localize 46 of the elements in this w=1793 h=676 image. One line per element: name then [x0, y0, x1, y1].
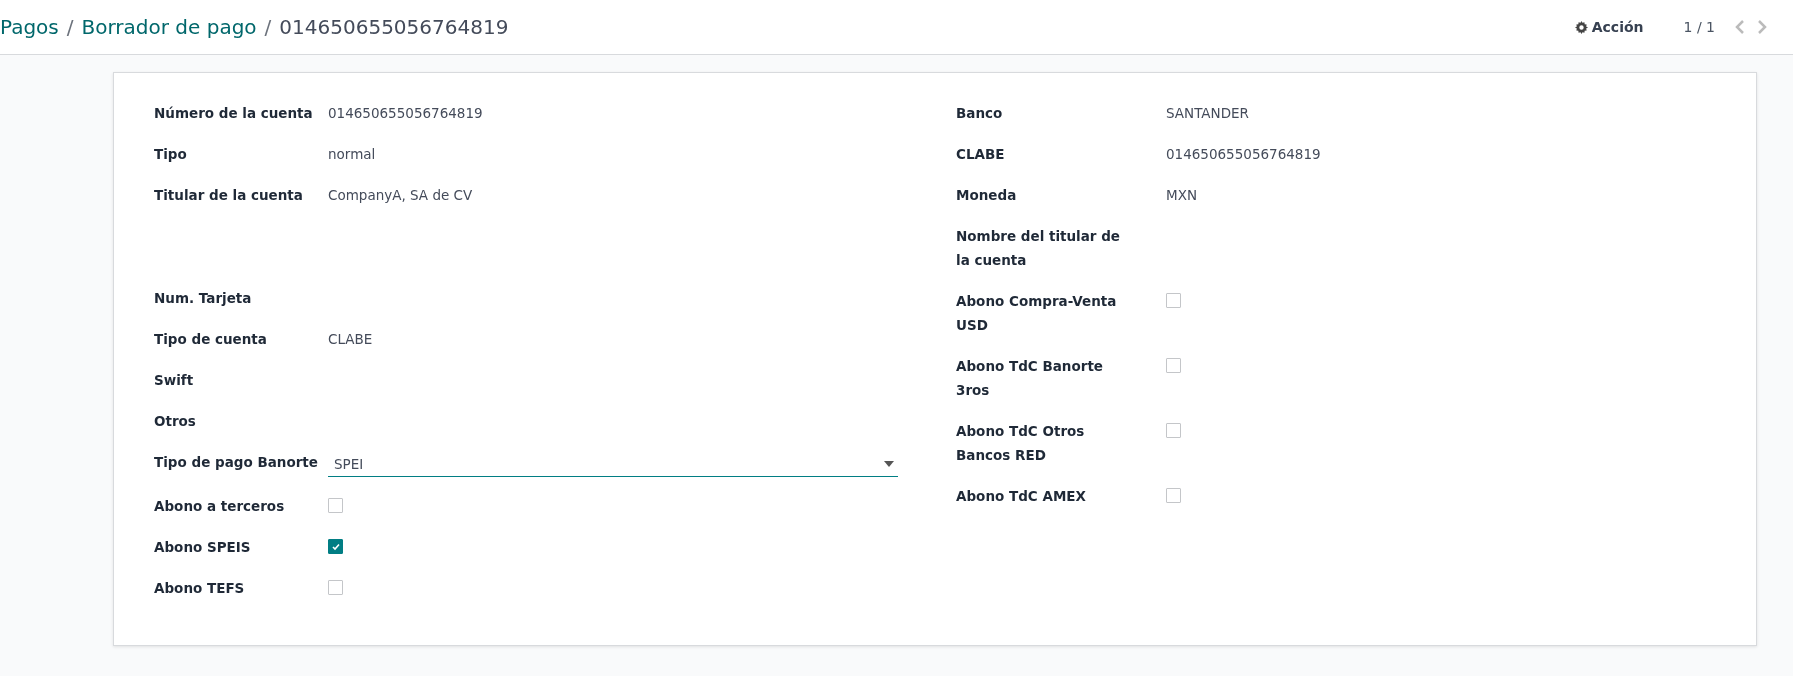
- checkbox[interactable]: [1166, 423, 1181, 438]
- field-value: 014650655056764819: [328, 105, 483, 121]
- field-value: CompanyA, SA de CV: [328, 187, 473, 203]
- field-label: Abono TdC AMEX: [956, 487, 1087, 506]
- field-value: 014650655056764819: [1166, 146, 1321, 162]
- field-label: Tipo de cuenta: [154, 330, 268, 349]
- field-label: CLABE: [956, 145, 1006, 164]
- field-label: Abono TdC Otros Bancos RED: [956, 422, 1086, 465]
- field-label: Nombre del titular de la cuenta: [956, 227, 1122, 270]
- checkbox[interactable]: [1166, 488, 1181, 503]
- caret-icon: [884, 461, 894, 467]
- action-button[interactable]: Acción: [1568, 15, 1650, 39]
- field-label: Moneda: [956, 186, 1018, 205]
- checkbox[interactable]: [328, 498, 343, 513]
- field-label: Num. Tarjeta: [154, 289, 253, 308]
- field-label: Swift: [154, 371, 195, 390]
- chevron-right-icon: [1757, 20, 1767, 34]
- breadcrumb-link[interactable]: Pagos: [0, 15, 59, 39]
- field-label: Abono Compra-Venta USD: [956, 292, 1118, 335]
- field-label: Número de la cuenta: [154, 104, 314, 123]
- field-value: CLABE: [328, 331, 373, 347]
- checkbox[interactable]: [328, 539, 343, 554]
- settings-icon: [1574, 20, 1588, 34]
- field-value: normal: [328, 146, 376, 162]
- field-label: Titular de la cuenta: [154, 186, 304, 205]
- breadcrumb-separator: /: [264, 15, 272, 39]
- checkbox[interactable]: [1166, 358, 1181, 373]
- checkbox[interactable]: [1166, 293, 1181, 308]
- field-value: MXN: [1166, 187, 1197, 203]
- check-icon: [330, 541, 341, 552]
- field-label: Otros: [154, 412, 197, 431]
- field-label: Abono SPEIS: [154, 538, 252, 557]
- field-label: Abono TEFS: [154, 579, 246, 598]
- breadcrumb-link[interactable]: Borrador de pago: [81, 15, 257, 39]
- field-label: Banco: [956, 104, 1004, 123]
- field-label: Tipo de pago Banorte: [154, 453, 319, 472]
- checkbox[interactable]: [328, 580, 343, 595]
- chevron-left-icon: [1735, 20, 1745, 34]
- field-label: Abono a terceros: [154, 497, 286, 516]
- field-value: SANTANDER: [1166, 105, 1249, 121]
- field-label: Tipo: [154, 145, 188, 164]
- breadcrumb-separator: /: [66, 15, 74, 39]
- record-title: 014650655056764819: [279, 15, 509, 39]
- field-label: Abono TdC Banorte 3ros: [956, 357, 1104, 400]
- pager-value: 1 / 1: [1683, 19, 1715, 35]
- dropdown-field[interactable]: SPEI: [328, 452, 898, 477]
